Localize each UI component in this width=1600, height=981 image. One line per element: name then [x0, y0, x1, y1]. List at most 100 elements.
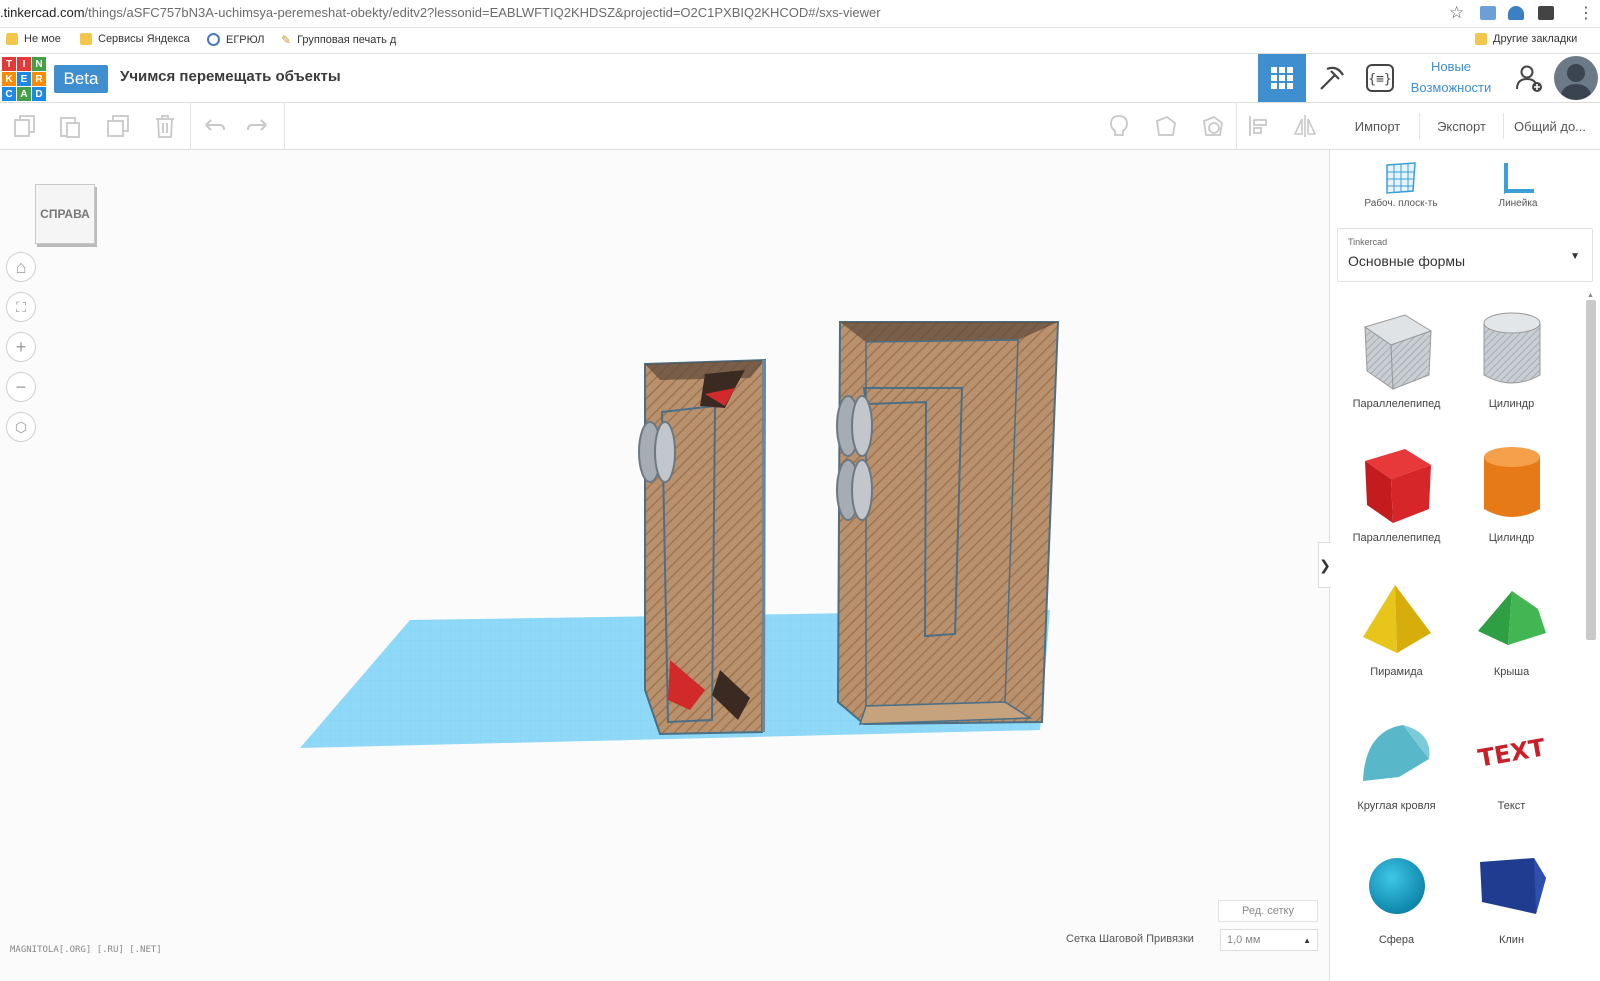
caret-up-icon: ▲ — [1303, 935, 1311, 945]
url-text[interactable]: .tinkercad.com/things/aSFC757bN3A-uchims… — [0, 5, 881, 20]
tinkercad-logo[interactable]: TIN KER CAD — [2, 57, 46, 101]
undo-icon[interactable] — [200, 113, 226, 139]
browser-address-bar[interactable]: .tinkercad.com/things/aSFC757bN3A-uchims… — [0, 0, 1600, 28]
bookmark-other[interactable]: Другие закладки — [1475, 33, 1577, 45]
paste-icon[interactable] — [57, 113, 83, 139]
user-avatar[interactable] — [1554, 56, 1598, 100]
new-features-link[interactable]: Новые Возможности — [1405, 56, 1497, 98]
home-icon: ⌂ — [15, 256, 27, 277]
ruler-tool[interactable]: Линейка — [1463, 158, 1573, 209]
folder-icon — [1475, 33, 1487, 45]
grid-view-icon — [1271, 67, 1293, 89]
fit-icon: ⛶ — [16, 298, 26, 315]
pencil-icon: ✎ — [281, 33, 292, 47]
bookmarks-bar: Не мое Сервисы Яндекса ЕГРЮЛ ✎ Групповая … — [0, 28, 1600, 54]
design-view-button[interactable] — [1258, 54, 1306, 102]
shape-library-select[interactable]: Tinkercad Основные формы ▼ — [1337, 228, 1593, 282]
home-view-button[interactable]: ⌂ — [6, 252, 36, 282]
shape-pyramid[interactable]: Пирамида — [1339, 570, 1454, 696]
duplicate-icon[interactable] — [105, 113, 131, 139]
beta-badge: Beta — [54, 65, 108, 93]
view-cube[interactable]: СПРАВА — [35, 184, 95, 244]
trash-icon[interactable] — [152, 113, 178, 139]
panel-scrollbar[interactable] — [1586, 300, 1596, 640]
edit-grid-button[interactable]: Ред. сетку — [1218, 900, 1318, 922]
snap-grid-select[interactable]: 1,0 мм ▲ — [1220, 929, 1318, 951]
zoom-in-button[interactable]: + — [6, 332, 36, 362]
mail-extension-icon[interactable] — [1480, 6, 1496, 20]
logo-letter: T — [2, 57, 16, 71]
logo-letter: A — [17, 87, 31, 101]
export-button[interactable]: Экспорт — [1420, 113, 1504, 139]
shape-roof[interactable]: Крыша — [1454, 570, 1569, 696]
scroll-up-icon[interactable]: ▲ — [1587, 292, 1594, 299]
cloud-extension-icon[interactable] — [1508, 6, 1524, 20]
watermark: MAGNITOLA[.ORG] [.RU] [.NET] — [10, 945, 162, 955]
panel-collapse-button[interactable]: ❯ — [1318, 542, 1332, 588]
bookmark-yandex-services[interactable]: Сервисы Яндекса — [80, 33, 190, 45]
bookmark-egrul[interactable]: ЕГРЮЛ — [207, 33, 264, 46]
bookmark-ne-moe[interactable]: Не мое — [6, 33, 61, 45]
workplane-viewport[interactable]: СПРАВА ⌂ ⛶ + − ⬡ ❯ Ред. сетку Сетка Шаго… — [0, 150, 1332, 981]
pocket-extension-icon[interactable] — [1538, 6, 1554, 20]
lightbulb-icon[interactable] — [1106, 113, 1132, 139]
logo-letter: C — [2, 87, 16, 101]
shape-round-roof[interactable]: Круглая кровля — [1339, 704, 1454, 830]
chevron-right-icon: ❯ — [1319, 556, 1331, 573]
blocks-view-button[interactable] — [1308, 54, 1356, 102]
import-button[interactable]: Импорт — [1336, 113, 1420, 139]
text-shape-icon: TEXT — [1475, 733, 1547, 772]
shape-cylinder-hole[interactable]: Цилиндр — [1454, 302, 1569, 428]
copy-icon[interactable] — [12, 113, 38, 139]
roof-icon — [1477, 591, 1546, 645]
shape-box-red[interactable]: Параллелепипед — [1339, 436, 1454, 562]
app-header: TIN KER CAD Beta Учимся перемещать объекты… — [0, 54, 1600, 103]
logo-letter: I — [17, 57, 31, 71]
codeblocks-view-button[interactable]: {≡} — [1356, 54, 1404, 102]
shape-box-hole[interactable]: Параллелепипед — [1339, 302, 1454, 428]
round-roof-icon — [1362, 725, 1429, 781]
logo-letter: R — [32, 72, 46, 86]
shapes-panel: Рабоч. плоск-ть Линейка Tinkercad Основн… — [1331, 150, 1600, 981]
right-hollow-box[interactable] — [836, 321, 1060, 726]
bookmark-star-icon[interactable]: ☆ — [1449, 3, 1464, 23]
box-hole-icon — [1363, 314, 1432, 390]
workplane-icon — [1386, 162, 1416, 194]
shape-text[interactable]: TEXT Текст — [1454, 704, 1569, 830]
project-title[interactable]: Учимся перемещать объекты — [120, 68, 341, 85]
solid-shape-icon[interactable] — [1153, 113, 1179, 139]
workplane-tool[interactable]: Рабоч. плоск-ть — [1346, 158, 1456, 209]
zoom-out-button[interactable]: − — [6, 372, 36, 402]
svg-text:{≡}: {≡} — [1368, 72, 1391, 87]
folder-icon — [80, 33, 92, 45]
3d-scene[interactable] — [0, 150, 1330, 981]
redo-icon[interactable] — [246, 113, 272, 139]
dropdown-arrow-icon: ▼ — [1570, 251, 1580, 262]
avatar-silhouette-icon — [1559, 64, 1593, 100]
pickaxe-icon — [1320, 66, 1344, 90]
browser-menu-icon[interactable]: ⋮ — [1578, 3, 1594, 23]
bookmark-group-print[interactable]: ✎ Групповая печать д — [281, 33, 396, 47]
cube-icon: ⬡ — [14, 418, 28, 435]
snap-grid-label: Сетка Шаговой Привязки — [1066, 933, 1194, 945]
shape-wedge[interactable]: Клин — [1454, 838, 1569, 964]
add-user-icon — [1516, 65, 1542, 92]
logo-letter: E — [17, 72, 31, 86]
share-button[interactable]: Общий до... — [1504, 113, 1596, 139]
mirror-icon[interactable] — [1292, 113, 1318, 139]
wedge-icon — [1479, 858, 1546, 914]
folder-icon — [6, 33, 18, 45]
logo-letter: N — [32, 57, 46, 71]
add-user-button[interactable] — [1506, 54, 1552, 102]
ortho-view-button[interactable]: ⬡ — [6, 412, 36, 442]
cylinder-orange-icon — [1483, 447, 1540, 517]
text-shape-word: TEXT — [1475, 733, 1547, 772]
left-hollow-box[interactable] — [638, 358, 767, 736]
pyramid-icon — [1362, 585, 1431, 653]
shape-sphere[interactable]: Сфера — [1339, 838, 1454, 964]
hole-shape-icon[interactable] — [1200, 113, 1226, 139]
shape-cylinder-orange[interactable]: Цилиндр — [1454, 436, 1569, 562]
align-icon[interactable] — [1246, 113, 1272, 139]
sphere-icon — [1368, 858, 1425, 914]
fit-view-button[interactable]: ⛶ — [6, 292, 36, 322]
